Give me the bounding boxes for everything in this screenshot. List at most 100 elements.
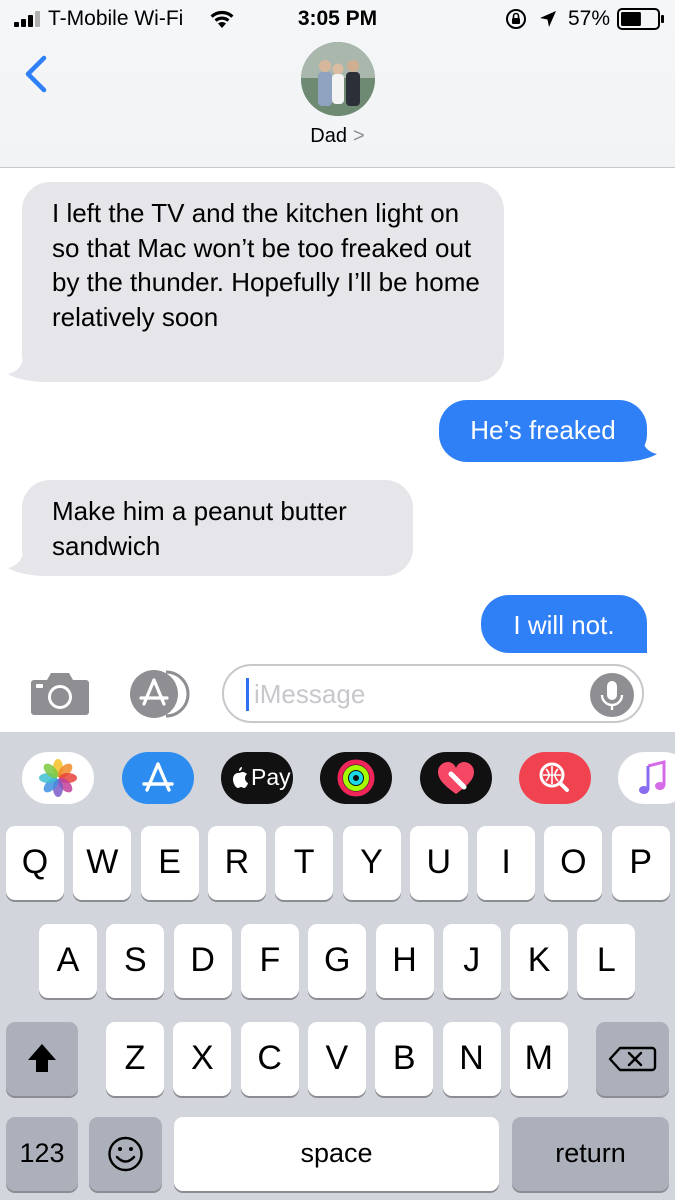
message-input[interactable]: iMessage [222, 664, 644, 723]
microphone-button[interactable] [590, 673, 634, 717]
key-g[interactable]: G [308, 924, 367, 998]
key-c[interactable]: C [240, 1022, 299, 1096]
key-label: F [259, 941, 281, 979]
key-l[interactable]: L [577, 924, 636, 998]
key-label: H [392, 941, 417, 979]
space-key[interactable]: space [174, 1117, 499, 1191]
key-label: T [293, 843, 315, 881]
key-s[interactable]: S [106, 924, 165, 998]
music-app-button[interactable] [618, 752, 675, 804]
battery-icon [617, 8, 664, 30]
microphone-icon [600, 681, 624, 710]
key-a[interactable]: A [39, 924, 97, 998]
back-button[interactable] [14, 50, 58, 98]
music-note-icon [639, 760, 666, 794]
app-store-app-button[interactable] [122, 752, 194, 804]
shift-arrow-icon [28, 1044, 56, 1072]
delete-key[interactable] [596, 1022, 669, 1096]
return-label: return [555, 1138, 626, 1168]
image-search-icon [539, 762, 569, 792]
key-o[interactable]: O [544, 826, 603, 900]
key-label: A [56, 941, 80, 979]
key-q[interactable]: Q [6, 826, 64, 900]
key-label: K [527, 941, 551, 979]
key-v[interactable]: V [307, 1022, 366, 1096]
key-h[interactable]: H [375, 924, 434, 998]
key-t[interactable]: T [275, 826, 334, 900]
photos-icon [39, 759, 77, 797]
key-label: D [190, 941, 215, 979]
key-m[interactable]: M [509, 1022, 568, 1096]
conversation-header: T-Mobile Wi-Fi 3:05 PM 57% Dad > [0, 0, 675, 168]
key-y[interactable]: Y [342, 826, 401, 900]
key-label: X [190, 1039, 214, 1077]
key-x[interactable]: X [173, 1022, 232, 1096]
key-label: W [86, 843, 119, 881]
activity-rings-icon [337, 759, 375, 797]
key-f[interactable]: F [240, 924, 299, 998]
chevron-right-icon: > [353, 125, 365, 147]
key-label: G [323, 941, 351, 979]
app-store-icon [142, 762, 174, 792]
key-label: L [596, 941, 616, 979]
message-text: Make him a peanut butter sandwich [52, 496, 347, 561]
photos-app-button[interactable] [22, 752, 94, 804]
key-label: N [459, 1039, 484, 1077]
shift-key[interactable] [6, 1022, 78, 1096]
rotation-lock-icon [506, 9, 526, 29]
key-label: P [629, 843, 653, 881]
avatar-photo [301, 42, 375, 116]
message-text: I will not. [513, 610, 615, 640]
key-label: O [560, 843, 587, 881]
activity-app-button[interactable] [320, 752, 392, 804]
emoji-key[interactable] [89, 1117, 162, 1191]
key-p[interactable]: P [611, 826, 670, 900]
apple-pay-app-button[interactable]: Pay [221, 752, 293, 804]
contact-name-button[interactable]: Dad > [0, 125, 675, 148]
status-bar: T-Mobile Wi-Fi 3:05 PM 57% [0, 0, 675, 40]
key-d[interactable]: D [173, 924, 232, 998]
app-store-icon[interactable] [126, 668, 190, 720]
key-label: Q [21, 843, 49, 881]
key-label: U [426, 843, 452, 881]
key-r[interactable]: R [207, 826, 266, 900]
key-label: J [463, 941, 481, 979]
key-n[interactable]: N [442, 1022, 501, 1096]
key-k[interactable]: K [510, 924, 569, 998]
text-cursor [246, 678, 249, 711]
digital-touch-heart-icon [438, 762, 474, 794]
incoming-message[interactable]: I left the TV and the kitchen light on s… [8, 182, 504, 382]
apple-pay-label: Pay [251, 764, 291, 790]
return-key[interactable]: return [512, 1117, 669, 1191]
message-text: I left the TV and the kitchen light on s… [52, 198, 480, 332]
digital-touch-app-button[interactable] [420, 752, 492, 804]
key-w[interactable]: W [73, 826, 132, 900]
outgoing-message[interactable]: I will not. [481, 595, 647, 653]
incoming-message[interactable]: Make him a peanut butter sandwich [8, 480, 413, 576]
key-u[interactable]: U [409, 826, 468, 900]
camera-button[interactable] [30, 670, 90, 716]
key-b[interactable]: B [375, 1022, 434, 1096]
key-label: B [392, 1039, 416, 1077]
location-arrow-icon [540, 11, 556, 27]
key-z[interactable]: Z [106, 1022, 164, 1096]
message-placeholder: iMessage [254, 679, 366, 709]
numbers-label: 123 [19, 1138, 65, 1168]
key-e[interactable]: E [140, 826, 199, 900]
backspace-icon [608, 1046, 657, 1072]
outgoing-message[interactable]: He’s freaked [439, 400, 657, 462]
key-label: E [158, 843, 181, 881]
key-label: I [501, 843, 511, 881]
image-search-app-button[interactable] [519, 752, 591, 804]
key-label: M [524, 1039, 553, 1077]
key-label: S [123, 941, 147, 979]
numbers-key[interactable]: 123 [6, 1117, 78, 1191]
bubble-tail [8, 546, 48, 576]
key-label: Z [124, 1039, 146, 1077]
key-label: C [257, 1039, 282, 1077]
key-j[interactable]: J [442, 924, 501, 998]
key-label: R [224, 843, 250, 881]
bubble-tail [8, 352, 48, 382]
key-i[interactable]: I [477, 826, 536, 900]
contact-avatar[interactable] [301, 42, 375, 116]
